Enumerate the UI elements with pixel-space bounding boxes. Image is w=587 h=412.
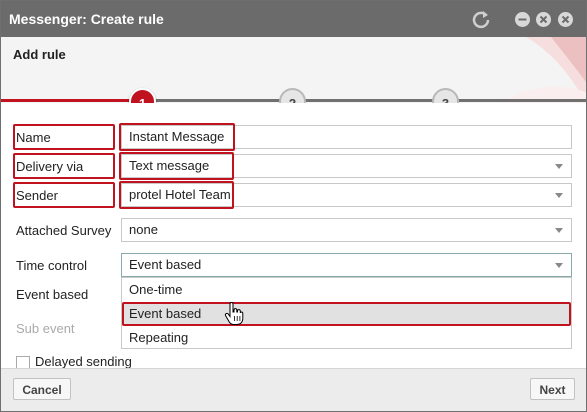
next-button[interactable]: Next [530, 378, 575, 400]
time-control-dropdown: One-time Event based Repeating [121, 277, 572, 349]
create-rule-dialog: Messenger: Create rule Add rule 1 2 3 Na [0, 0, 587, 412]
rule-form: Name Instant Message Delivery via Text m… [1, 103, 586, 368]
sender-select-highlight [119, 181, 234, 209]
page-title: Add rule [13, 47, 66, 62]
refresh-icon[interactable] [471, 9, 491, 29]
delayed-sending-checkbox[interactable] [16, 356, 30, 368]
minimize-icon[interactable] [515, 12, 530, 27]
maximize-icon[interactable] [536, 12, 551, 27]
dialog-footer: Cancel Next [1, 368, 586, 411]
dropdown-option-repeating[interactable]: Repeating [122, 326, 571, 350]
window-title: Messenger: Create rule [9, 11, 164, 27]
name-input-highlight [119, 123, 235, 151]
delayed-sending-label: Delayed sending [35, 354, 132, 368]
step-1-indicator[interactable]: 1 [129, 88, 156, 103]
sub-event-label: Sub event [16, 321, 75, 336]
progress-fill [1, 99, 141, 102]
wizard-header: Add rule 1 2 3 [1, 37, 586, 103]
title-bar: Messenger: Create rule [1, 1, 586, 37]
cancel-button[interactable]: Cancel [13, 378, 71, 400]
close-icon[interactable] [558, 12, 573, 27]
dropdown-option-one-time[interactable]: One-time [122, 278, 571, 302]
survey-label: Attached Survey [16, 223, 112, 238]
step-3-indicator[interactable]: 3 [432, 88, 459, 103]
survey-select[interactable]: none [121, 218, 572, 242]
step-2-indicator[interactable]: 2 [279, 88, 306, 103]
name-label: Name [16, 130, 51, 145]
sender-label: Sender [16, 188, 58, 203]
dropdown-option-event-based[interactable]: Event based [122, 302, 571, 326]
header-decoration [501, 37, 586, 103]
time-control-label: Time control [16, 258, 88, 273]
delivery-label: Delivery via [16, 159, 84, 174]
delivery-select-highlight [119, 152, 234, 180]
time-control-select[interactable]: Event based [121, 253, 572, 277]
event-based-label: Event based [16, 287, 89, 302]
hand-cursor-icon [224, 302, 244, 325]
